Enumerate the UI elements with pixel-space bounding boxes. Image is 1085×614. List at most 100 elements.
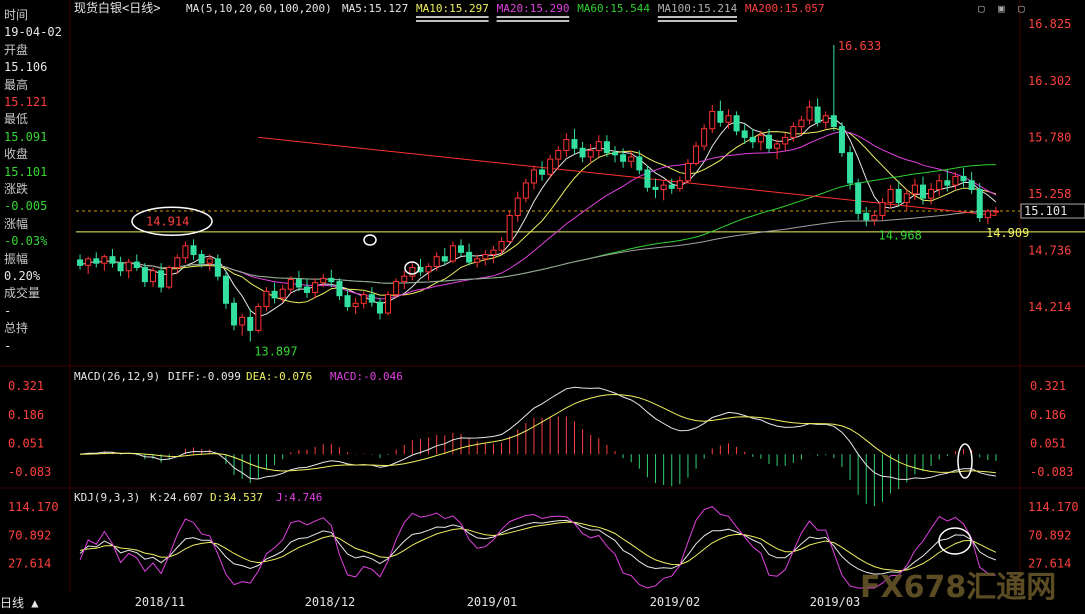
candle-body[interactable] [425,265,432,273]
candle-body[interactable] [847,152,854,184]
candle-body[interactable] [247,316,254,331]
candle-body[interactable] [271,290,278,299]
candle-body[interactable] [555,149,562,160]
candle-body[interactable] [887,188,894,203]
candle-body[interactable] [660,184,667,190]
candle-body[interactable] [522,182,529,199]
candle-body[interactable] [676,180,683,189]
candle-body[interactable] [320,277,327,284]
candle-body[interactable] [295,278,302,288]
candle-body[interactable] [628,156,635,162]
candle-body[interactable] [830,115,837,128]
candle-body[interactable] [506,214,513,242]
candle-body[interactable] [231,302,238,326]
candle-body[interactable] [498,240,505,251]
candle-body[interactable] [838,126,845,154]
candle-body[interactable] [368,294,375,303]
candle-body[interactable] [360,294,367,304]
candle-body[interactable] [644,169,651,188]
candle-body[interactable] [530,169,537,184]
candle-body[interactable] [474,258,481,263]
window-button[interactable]: ▢ [1018,2,1025,15]
candle-body[interactable] [984,210,991,219]
candle-body[interactable] [895,188,902,203]
candle-body[interactable] [85,258,92,266]
candle-body[interactable] [77,259,84,266]
candle-body[interactable] [101,256,108,264]
candle-body[interactable] [992,210,999,213]
candle-body[interactable] [741,130,748,138]
candle-body[interactable] [733,115,740,132]
candle-body[interactable] [222,275,229,304]
candle-body[interactable] [757,134,764,143]
candle-body[interactable] [595,141,602,151]
candle-body[interactable] [701,128,708,147]
candle-body[interactable] [652,186,659,190]
candle-body[interactable] [125,261,132,272]
candle-body[interactable] [571,139,578,149]
kline-chart[interactable]: 16.633 13.897 14.968 14.914 16.825 16.302 15.… [0,0,1085,614]
candle-body[interactable] [93,258,100,264]
candle-body[interactable] [749,136,756,143]
candle-body[interactable] [433,256,440,267]
candle-body[interactable] [903,193,910,203]
candle-body[interactable] [206,258,213,264]
candle-body[interactable] [620,154,627,162]
candle-body[interactable] [239,316,246,326]
candle-body[interactable] [117,262,124,272]
candle-body[interactable] [765,134,773,149]
candle-body[interactable] [782,136,789,145]
candle-body[interactable] [774,143,781,149]
candle-body[interactable] [911,184,918,195]
candle-body[interactable] [344,295,351,308]
candle-body[interactable] [158,270,165,288]
candle-body[interactable] [449,245,456,262]
candle-body[interactable] [952,175,959,186]
candle-body[interactable] [944,180,951,186]
candle-body[interactable] [263,290,270,308]
candle-body[interactable] [684,162,691,182]
candle-body[interactable] [936,180,943,190]
candle-body[interactable] [587,149,594,158]
candle-body[interactable] [441,256,448,262]
candle-body[interactable] [717,110,724,123]
candle-body[interactable] [879,201,886,216]
candle-body[interactable] [166,267,173,288]
candle-body[interactable] [409,267,416,277]
candle-body[interactable] [279,288,286,299]
candle-body[interactable] [376,301,383,314]
window-button[interactable]: ▣ [998,2,1005,15]
candle-body[interactable] [149,270,157,283]
candle-body[interactable] [693,145,700,164]
candle-body[interactable] [109,256,116,264]
period-tab[interactable]: 日线 ▲ [0,594,38,614]
candle-body[interactable] [393,281,400,296]
candle-body[interactable] [385,294,392,314]
candle-body[interactable] [822,115,829,123]
candle-body[interactable] [579,147,586,158]
candle-body[interactable] [968,180,975,190]
candle-body[interactable] [336,281,343,297]
candle-body[interactable] [174,257,181,269]
candle-body[interactable] [482,254,489,260]
candle-body[interactable] [401,275,408,283]
candle-body[interactable] [214,258,221,277]
candle-body[interactable] [871,214,878,221]
candle-body[interactable] [863,212,870,221]
candle-body[interactable] [539,169,546,175]
candle-body[interactable] [960,175,967,182]
candle-body[interactable] [636,156,643,171]
candle-body[interactable] [611,152,619,156]
window-button[interactable]: ▢ [978,2,985,15]
candle-body[interactable] [303,286,311,293]
candle-body[interactable] [328,277,335,283]
candle-body[interactable] [141,267,148,283]
candle-body[interactable] [928,188,935,199]
candle-body[interactable] [255,306,262,331]
candle-body[interactable] [919,184,927,199]
candle-body[interactable] [798,119,805,128]
candle-body[interactable] [198,254,205,264]
candle-body[interactable] [287,278,294,290]
candle-body[interactable] [312,282,319,293]
candle-body[interactable] [976,188,983,219]
